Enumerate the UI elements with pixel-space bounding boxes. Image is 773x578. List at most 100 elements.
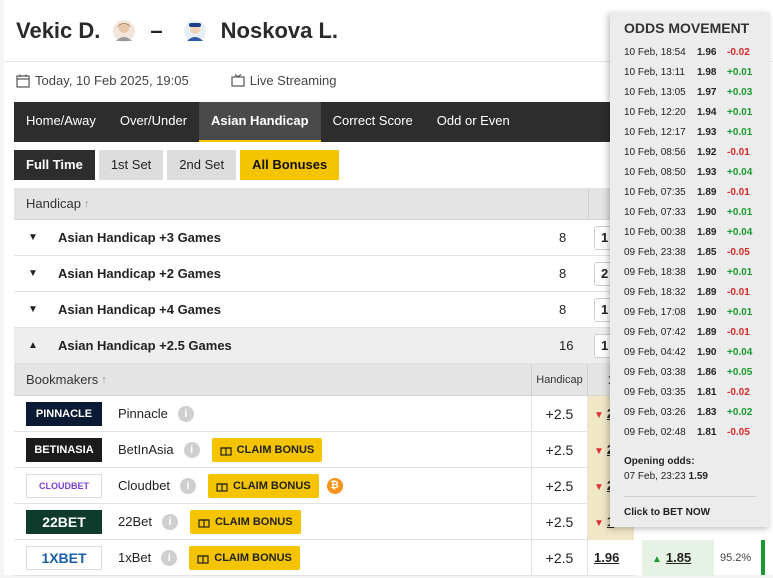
row-handicap: +2.5 [531,431,588,468]
claim-bonus-button[interactable]: CLAIM BONUS [189,545,300,570]
odds-movement-popup: ODDS MOVEMENT 10 Feb, 18:54 1.96 -0.02 10 … [610,12,770,527]
bitcoin-icon: ₿ [326,477,343,494]
vs-separator: – [150,17,163,43]
row-odd[interactable]: 1.96 [594,540,619,576]
arrow-down-icon: ▼ [594,409,604,421]
arrow-down-icon: ▼ [594,517,604,529]
handicap-row[interactable]: ▼ Asian Handicap +2 Games 8 2 [14,256,634,292]
betinasia-logo[interactable]: BETINASIA [26,437,102,462]
caret-up-icon: ▲ [28,340,38,351]
home-player-name[interactable]: Vekic D. [16,18,100,44]
movement-row: 10 Feb, 13:11 1.98 +0.01 [624,66,753,78]
movement-row: 10 Feb, 12:17 1.93 +0.01 [624,126,753,138]
handicap-row-label: Asian Handicap +4 Games [58,302,221,317]
bookmaker-name[interactable]: 22Bet [118,514,152,529]
bookmaker-count: 8 [559,266,567,281]
movement-row: 09 Feb, 17:08 1.90 +0.01 [624,306,753,318]
movement-row: 09 Feb, 07:42 1.89 -0.01 [624,326,750,338]
handicap-row-label: Asian Handicap +3 Games [58,230,221,245]
payout: 95.2% [720,552,752,564]
bookmaker-name[interactable]: 1xBet [118,550,151,565]
handicap-row-expanded[interactable]: ▲ Asian Handicap +2.5 Games 16 1 [14,328,634,364]
gift-icon [216,482,228,492]
handicap-table: Handicap ↑ 1 ▼ Asian Handicap +3 Games 8… [14,188,751,576]
cloudbet-logo[interactable]: CLOUDBET [26,473,102,498]
tab-2nd-set[interactable]: 2nd Set [167,150,237,180]
handicap-column-header[interactable]: Handicap [26,196,81,211]
handicap-row[interactable]: ▼ Asian Handicap +3 Games 8 1 [14,220,634,256]
period-tabs: Full Time 1st Set 2nd Set All Bonuses [14,150,340,180]
movement-row: 09 Feb, 18:32 1.89 -0.01 [624,286,750,298]
bookmaker-name[interactable]: Pinnacle [118,406,168,421]
tab-odd-or-even[interactable]: Odd or Even [425,102,522,142]
movement-row: 10 Feb, 12:20 1.94 +0.01 [624,106,753,118]
movement-row: 10 Feb, 08:50 1.93 +0.04 [624,166,753,178]
movement-row: 10 Feb, 07:35 1.89 -0.01 [624,186,750,198]
tab-all-bonuses[interactable]: All Bonuses [240,150,340,180]
opening-odds-label: Opening odds: [624,456,695,467]
movement-row: 09 Feb, 23:38 1.85 -0.05 [624,246,750,258]
divider [624,496,756,497]
tab-full-time[interactable]: Full Time [14,150,95,180]
row-odd-2[interactable]: ▲ 1.85 [642,540,714,576]
claim-bonus-button[interactable]: CLAIM BONUS [211,437,323,462]
live-streaming-link[interactable]: Live Streaming [250,73,337,88]
odds-movement-title: ODDS MOVEMENT [624,20,750,36]
row-handicap: +2.5 [531,395,588,432]
info-icon[interactable]: i [183,441,200,458]
tab-1st-set[interactable]: 1st Set [98,150,164,180]
movement-row: 10 Feb, 13:05 1.97 +0.03 [624,86,753,98]
home-player-avatar [113,19,136,42]
bookmaker-name[interactable]: BetInAsia [118,442,174,457]
bookmaker-count: 8 [559,230,567,245]
movement-row: 09 Feb, 18:38 1.90 +0.01 [624,266,753,278]
row-handicap: +2.5 [531,467,588,504]
arrow-down-icon: ▼ [594,445,604,457]
tab-asian-handicap[interactable]: Asian Handicap [199,102,321,142]
bookmaker-row: PINNACLE Pinnacle i +2.5 ▼2 [14,395,634,432]
claim-bonus-button[interactable]: CLAIM BONUS [189,509,301,534]
handicap-table-header: Handicap ↑ 1 [14,188,634,220]
movement-row: 10 Feb, 18:54 1.96 -0.02 [624,46,750,58]
22bet-logo[interactable]: 22BET [26,509,102,534]
1xbet-logo[interactable]: 1XBET [26,545,102,570]
bet-now-link[interactable]: Click to BET NOW [624,507,756,518]
handicap-row-label: Asian Handicap +2 Games [58,266,221,281]
tab-correct-score[interactable]: Correct Score [321,102,425,142]
info-icon[interactable]: i [180,477,197,494]
gift-icon [198,518,210,528]
info-icon[interactable]: i [161,549,178,566]
movement-row: 10 Feb, 07:33 1.90 +0.01 [624,206,753,218]
away-player-name[interactable]: Noskova L. [221,18,338,44]
gift-icon [220,446,232,456]
movement-row: 09 Feb, 02:48 1.81 -0.05 [624,426,750,438]
handicap-subheader: Handicap [531,363,588,396]
bookmaker-count: 8 [559,302,567,317]
arrow-down-icon: ▼ [594,481,604,493]
bookmaker-row: BETINASIA BetInAsia i CLAIM BONUS +2.5 ▼… [14,431,634,468]
info-icon[interactable]: i [161,513,178,530]
movement-row: 09 Feb, 03:38 1.86 +0.05 [624,366,753,378]
movement-row: 10 Feb, 08:56 1.92 -0.01 [624,146,750,158]
scroll-indicator [761,540,765,575]
bookmaker-name[interactable]: Cloudbet [118,478,170,493]
handicap-row[interactable]: ▼ Asian Handicap +4 Games 8 1 [14,292,634,328]
tab-home-away[interactable]: Home/Away [14,102,108,142]
bookmaker-row: 22BET 22Bet i CLAIM BONUS +2.5 ▼1 [14,503,634,540]
movement-row: 09 Feb, 03:26 1.83 +0.02 [624,406,753,418]
tab-over-under[interactable]: Over/Under [108,102,199,142]
bookmakers-column-header[interactable]: Bookmakers [26,372,98,387]
caret-down-icon: ▼ [28,268,38,279]
arrow-up-icon: ↑ [101,373,107,386]
caret-down-icon: ▼ [28,232,38,243]
pinnacle-logo[interactable]: PINNACLE [26,401,102,426]
claim-bonus-button[interactable]: CLAIM BONUS [208,473,319,498]
info-icon[interactable]: i [177,405,194,422]
movement-row: 09 Feb, 04:42 1.90 +0.04 [624,346,753,358]
gift-icon [197,554,209,564]
match-date: Today, 10 Feb 2025, 19:05 [35,73,189,88]
bookmakers-table-header: Bookmakers ↑ Handicap 1 [14,363,634,396]
calendar-icon [16,74,30,88]
away-player-avatar [183,19,206,42]
row-handicap: +2.5 [531,503,588,540]
